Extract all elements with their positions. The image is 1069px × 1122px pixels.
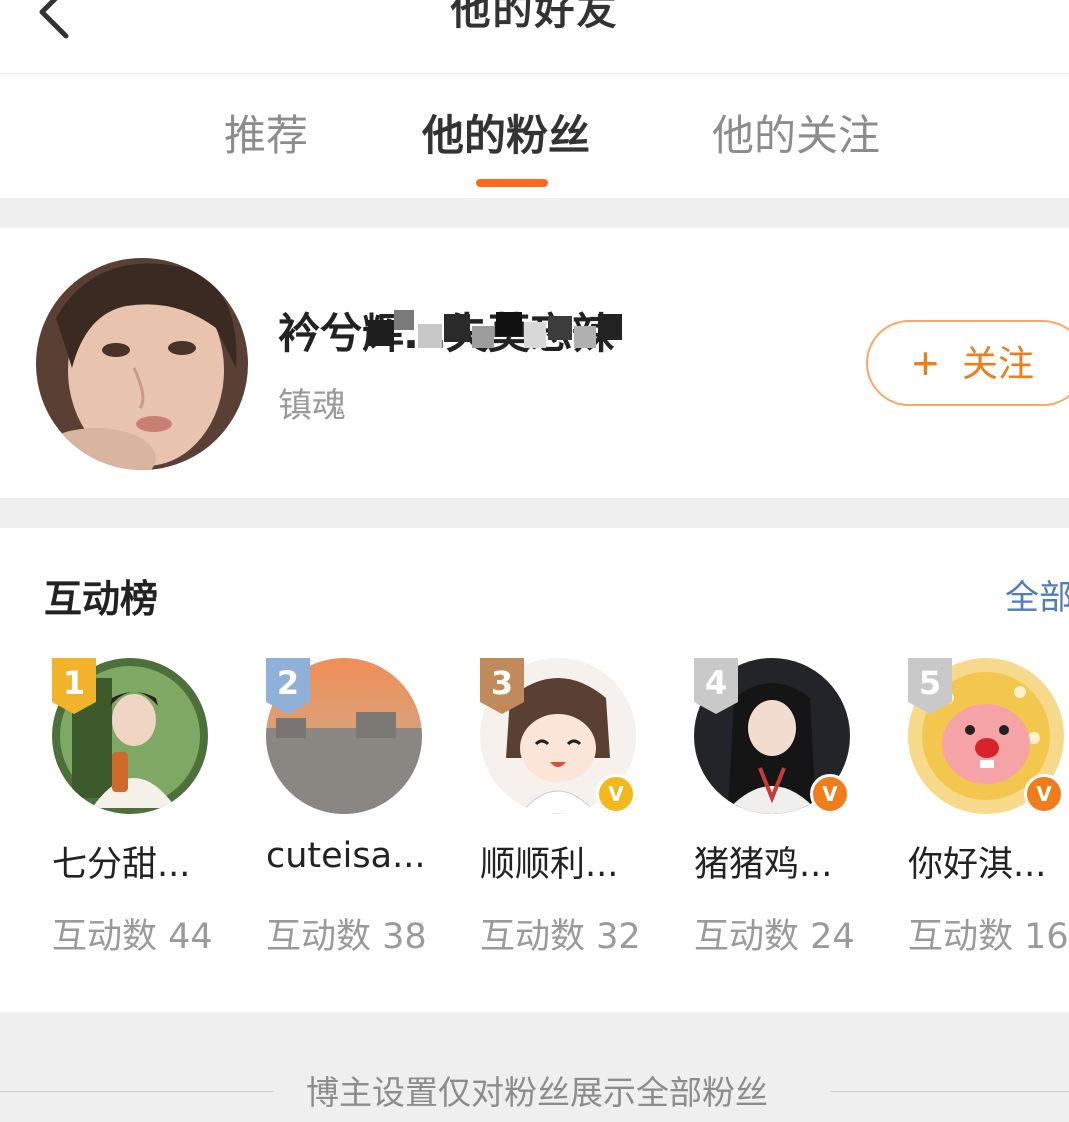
mosaic-redaction [368,308,628,350]
rank-badge: 4 [694,658,738,714]
ranking-item-1[interactable]: 1 七分甜... 互动数 44 [52,658,242,958]
follow-button-label: 关注 [962,343,1035,384]
divider-line [830,1091,1069,1092]
ranking-count: 互动数 38 [266,917,427,957]
verified-v-icon: V [810,774,850,814]
active-tab-indicator [476,179,548,187]
tab-his-fans[interactable]: 他的粉丝 [422,102,590,163]
ranking-count: 互动数 24 [694,917,855,957]
tab-recommend[interactable]: 推荐 [224,102,308,163]
rank-badge: 1 [52,658,96,714]
tab-bar: 推荐 他的粉丝 他的关注 [0,74,1069,198]
user-description: 镇魂 [278,386,346,426]
ranking-name: 你好淇... [908,845,1047,885]
ranking-count: 互动数 16 [908,917,1069,957]
ranking-title: 互动榜 [44,577,159,621]
ranking-count: 互动数 32 [480,917,641,957]
plus-icon: + [912,337,939,389]
ranking-name: 顺顺利... [480,845,619,885]
rank-badge: 5 [908,658,952,714]
ranking-name: 猪猪鸡... [694,845,833,885]
section-divider [0,498,1069,528]
ranking-item-3[interactable]: 3 V 顺顺利... 互动数 32 [480,658,670,958]
divider-line [0,1091,274,1092]
ranking-item-2[interactable]: 2 cuteisa... 互动数 38 [266,658,456,958]
ranking-item-4[interactable]: 4 V 猪猪鸡... 互动数 24 [694,658,884,958]
rank-badge: 3 [480,658,524,714]
fans-visibility-notice: 博主设置仅对粉丝展示全部粉丝 [0,1012,1069,1122]
ranking-name: 七分甜... [52,845,191,885]
verified-v-icon: V [596,774,636,814]
page-title: 他的好友 [450,0,619,34]
verified-v-icon: V [1024,774,1064,814]
interaction-ranking: 互动榜 全部 1 七分甜... 互动数 44 2 cuteisa... 互动数 … [0,528,1069,1012]
user-card: 衿兮辉…失莫忘辣 镇魂 + 关注 [0,228,1069,498]
rank-badge: 2 [266,658,310,714]
notice-text: 博主设置仅对粉丝展示全部粉丝 [306,1073,768,1112]
tab-his-following[interactable]: 他的关注 [712,102,880,163]
ranking-count: 互动数 44 [52,917,213,957]
page: 他的好友 推荐 他的粉丝 他的关注 衿兮辉…失莫忘辣 [0,0,1069,1122]
ranking-item-5[interactable]: 5 V 你好淇... 互动数 16 [908,658,1069,958]
section-divider [0,198,1069,228]
follow-button[interactable]: + 关注 [866,320,1069,406]
ranking-name: cuteisa... [266,836,426,876]
ranking-all-link[interactable]: 全部 [1005,570,1069,619]
header-bar: 他的好友 [0,0,1069,74]
user-name-link[interactable]: 衿兮辉…失莫忘辣 [278,300,718,360]
user-avatar[interactable] [36,258,248,470]
